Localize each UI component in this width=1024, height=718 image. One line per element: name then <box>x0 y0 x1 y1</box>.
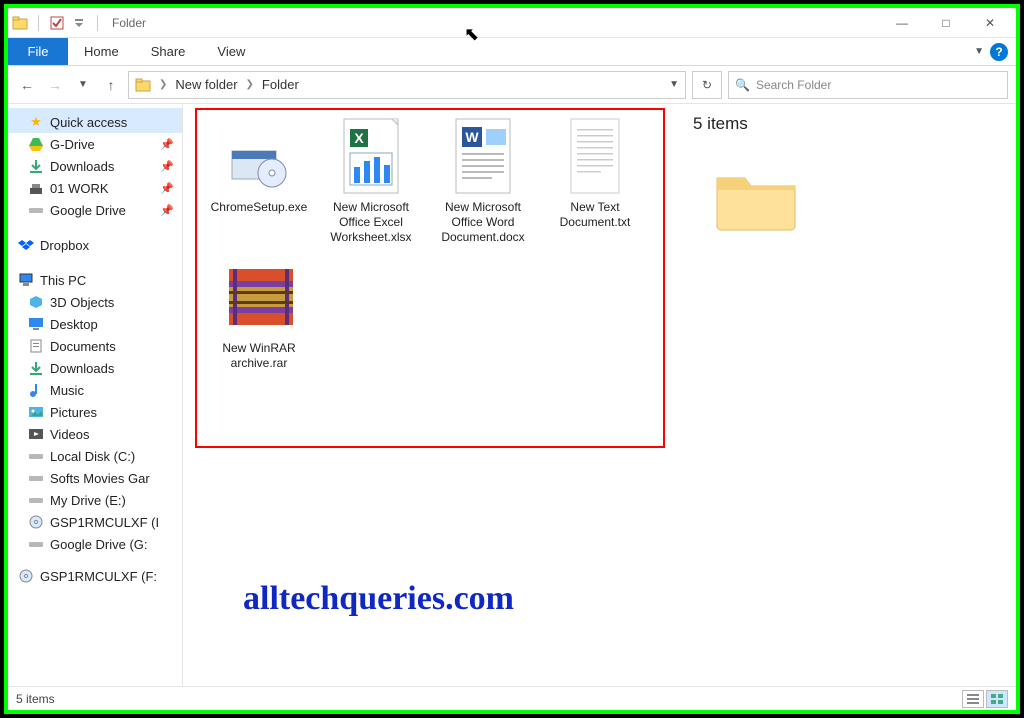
title-bar: Folder — □ ✕ <box>8 8 1016 38</box>
desktop-icon <box>28 316 44 332</box>
search-input[interactable]: 🔍 Search Folder <box>728 71 1008 99</box>
downloads-icon <box>28 360 44 376</box>
search-icon: 🔍 <box>735 78 750 92</box>
nav-01work[interactable]: 01 WORK📌 <box>8 177 182 199</box>
star-icon: ★ <box>28 114 44 130</box>
pin-icon: 📌 <box>160 138 174 151</box>
ribbon-tab-view[interactable]: View <box>201 38 261 65</box>
work-icon <box>28 180 44 196</box>
minimize-button[interactable]: — <box>880 8 924 38</box>
documents-icon <box>28 338 44 354</box>
back-button[interactable]: ← <box>16 74 38 96</box>
videos-icon <box>28 426 44 442</box>
rar-icon <box>221 257 297 337</box>
nav-local-disk-c[interactable]: Local Disk (C:) <box>8 445 182 467</box>
word-icon: W <box>445 116 521 196</box>
refresh-button[interactable]: ↻ <box>692 71 722 99</box>
file-rar[interactable]: New WinRAR archive.rar <box>203 251 315 377</box>
search-placeholder: Search Folder <box>756 78 831 92</box>
gdrive-icon <box>28 136 44 152</box>
nav-softs-movies[interactable]: Softs Movies Gar <box>8 467 182 489</box>
breadcrumb-dropdown-icon[interactable]: ▼ <box>669 79 679 90</box>
disk-icon <box>28 470 44 486</box>
nav-my-drive-e[interactable]: My Drive (E:) <box>8 489 182 511</box>
window-title: Folder <box>112 16 146 30</box>
navigation-pane[interactable]: ★ Quick access G-Drive📌 Downloads📌 01 WO… <box>8 104 183 686</box>
nav-this-pc[interactable]: This PC <box>8 266 182 291</box>
file-label: ChromeSetup.exe <box>211 200 308 215</box>
downloads-icon <box>28 158 44 174</box>
disk-icon <box>28 536 44 552</box>
crumb-folder[interactable]: Folder <box>262 77 299 92</box>
ribbon-tab-share[interactable]: Share <box>135 38 202 65</box>
cd-icon <box>28 514 44 530</box>
nav-google-drive-g[interactable]: Google Drive (G: <box>8 533 182 555</box>
svg-text:X: X <box>354 130 364 146</box>
3d-icon <box>28 294 44 310</box>
nav-dropbox[interactable]: Dropbox <box>8 231 182 256</box>
nav-videos[interactable]: Videos <box>8 423 182 445</box>
nav-music[interactable]: Music <box>8 379 182 401</box>
pin-icon: 📌 <box>160 182 174 195</box>
file-label: New WinRAR archive.rar <box>205 341 313 371</box>
forward-button[interactable]: → <box>44 74 66 96</box>
watermark-text: alltechqueries.com <box>243 580 514 618</box>
drive-disk-icon <box>28 202 44 218</box>
close-button[interactable]: ✕ <box>968 8 1012 38</box>
nav-documents[interactable]: Documents <box>8 335 182 357</box>
disk-icon <box>28 492 44 508</box>
folder-icon <box>135 77 151 93</box>
file-excel[interactable]: X New Microsoft Office Excel Worksheet.x… <box>315 110 427 251</box>
pin-icon: 📌 <box>160 160 174 173</box>
excel-icon: X <box>333 116 409 196</box>
file-label: New Text Document.txt <box>541 200 649 230</box>
nav-google-drive-qa[interactable]: Google Drive📌 <box>8 199 182 221</box>
breadcrumb[interactable]: ❯ New folder ❯ Folder ▼ <box>128 71 686 99</box>
nav-pictures[interactable]: Pictures <box>8 401 182 423</box>
dropbox-icon <box>18 237 34 253</box>
nav-gsp1-f[interactable]: GSP1RMCULXF (F: <box>8 565 182 587</box>
file-text[interactable]: New Text Document.txt <box>539 110 651 251</box>
maximize-button[interactable]: □ <box>924 8 968 38</box>
ribbon-expand-icon[interactable]: ▼ <box>974 46 984 57</box>
disk-icon <box>28 448 44 464</box>
nav-gdrive[interactable]: G-Drive📌 <box>8 133 182 155</box>
icons-view-button[interactable] <box>986 690 1008 708</box>
properties-qat-icon[interactable] <box>49 15 65 31</box>
nav-quick-access[interactable]: ★ Quick access <box>8 108 182 133</box>
nav-gsp1-i[interactable]: GSP1RMCULXF (I <box>8 511 182 533</box>
nav-downloads-qa[interactable]: Downloads📌 <box>8 155 182 177</box>
recent-locations-button[interactable]: ▼ <box>72 74 94 96</box>
crumb-newfolder[interactable]: New folder <box>175 77 237 92</box>
ribbon-tabs: File Home Share View ▼ ? <box>8 38 1016 66</box>
installer-icon <box>221 116 297 196</box>
qat-down-icon[interactable] <box>71 15 87 31</box>
address-bar-row: ← → ▼ ↑ ❯ New folder ❯ Folder ▼ ↻ 🔍 Sear… <box>8 66 1016 104</box>
pin-icon: 📌 <box>160 204 174 217</box>
music-icon <box>28 382 44 398</box>
help-icon[interactable]: ? <box>990 43 1008 61</box>
pictures-icon <box>28 404 44 420</box>
status-bar: 5 items <box>8 686 1016 710</box>
svg-text:W: W <box>465 129 479 145</box>
content-pane[interactable]: 5 items ChromeSetup.exe X <box>183 104 1016 686</box>
item-count-label: 5 items <box>693 114 748 134</box>
file-word[interactable]: W New Microsoft Office Word Document.doc… <box>427 110 539 251</box>
status-item-count: 5 items <box>16 692 55 706</box>
file-label: New Microsoft Office Word Document.docx <box>429 200 537 245</box>
cd-icon <box>18 568 34 584</box>
pc-icon <box>18 272 34 288</box>
folder-icon <box>12 15 28 31</box>
nav-downloads[interactable]: Downloads <box>8 357 182 379</box>
file-chromesetup[interactable]: ChromeSetup.exe <box>203 110 315 251</box>
ribbon-tab-home[interactable]: Home <box>68 38 135 65</box>
text-icon <box>557 116 633 196</box>
up-button[interactable]: ↑ <box>100 74 122 96</box>
large-folder-icon <box>713 164 799 234</box>
nav-3dobjects[interactable]: 3D Objects <box>8 291 182 313</box>
ribbon-file-tab[interactable]: File <box>8 38 68 65</box>
details-view-button[interactable] <box>962 690 984 708</box>
nav-desktop[interactable]: Desktop <box>8 313 182 335</box>
file-label: New Microsoft Office Excel Worksheet.xls… <box>317 200 425 245</box>
